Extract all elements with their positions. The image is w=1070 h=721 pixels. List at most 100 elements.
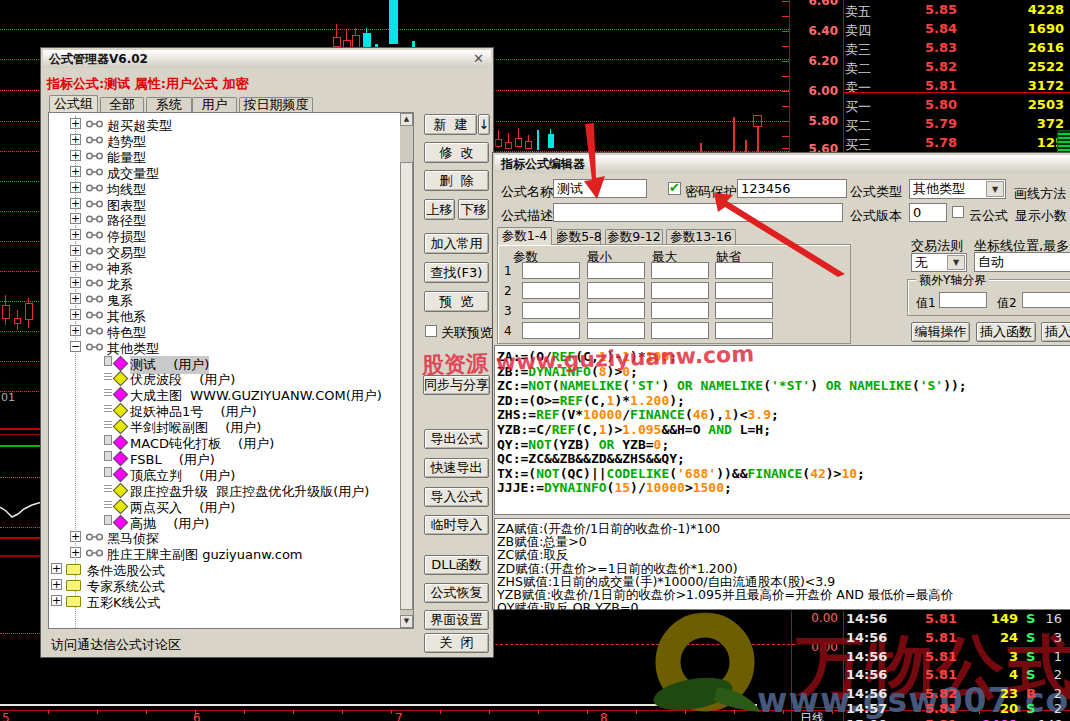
- import-button[interactable]: 导入公式: [424, 487, 489, 507]
- param-input-3-2[interactable]: [587, 302, 645, 319]
- tree-row[interactable]: FSBL (用户): [48, 450, 400, 466]
- tree-row[interactable]: +胜庄王牌主副图 guziyuanw.com: [48, 545, 400, 561]
- param-tab-0[interactable]: 参数1-4: [497, 227, 552, 245]
- tree-expand-icon[interactable]: +: [70, 293, 81, 304]
- temp-import-button[interactable]: 临时导入: [424, 515, 489, 535]
- tree-expand-icon[interactable]: +: [70, 182, 81, 193]
- param-input-1-3[interactable]: [651, 262, 709, 279]
- tree-expand-icon[interactable]: +: [51, 579, 62, 590]
- insert-func-button[interactable]: 插入函数: [976, 322, 1036, 342]
- tree-row[interactable]: +五彩K线公式: [48, 593, 400, 609]
- param-input-4-4[interactable]: [715, 322, 773, 339]
- tree-row[interactable]: 顶底立判 (用户): [48, 466, 400, 482]
- close-button[interactable]: 关 闭: [424, 633, 489, 653]
- tree-row[interactable]: +龙系: [48, 275, 400, 291]
- tree-expand-icon[interactable]: +: [70, 547, 81, 558]
- cloud-checkbox[interactable]: [952, 206, 964, 218]
- tree-expand-icon[interactable]: +: [70, 531, 81, 542]
- manager-tab-4[interactable]: 按日期频度: [239, 97, 313, 112]
- tree-expand-icon[interactable]: +: [70, 261, 81, 272]
- param-tab-1[interactable]: 参数5-8: [557, 229, 601, 245]
- trade-rule-dropdown[interactable]: 无 ▼: [911, 253, 967, 272]
- tree-expand-icon[interactable]: +: [70, 325, 81, 336]
- scrollbar-thumb[interactable]: [400, 162, 413, 610]
- tree-expand-icon[interactable]: +: [51, 563, 62, 574]
- param-input-1-2[interactable]: [587, 262, 645, 279]
- tree-row[interactable]: +专家系统公式: [48, 577, 400, 593]
- param-input-4-2[interactable]: [587, 322, 645, 339]
- tree-row[interactable]: +黑马侦探: [48, 529, 400, 545]
- tree-expand-icon[interactable]: −: [70, 341, 81, 352]
- password-checkbox[interactable]: [668, 182, 681, 195]
- manager-tab-1[interactable]: 全部: [100, 97, 144, 112]
- quick-export-button[interactable]: 快速导出: [424, 458, 489, 478]
- name-input[interactable]: 测试: [553, 179, 647, 198]
- new-button[interactable]: 新 建: [424, 114, 477, 135]
- tree-expand-icon[interactable]: +: [70, 150, 81, 161]
- type-dropdown[interactable]: 其他类型 ▼: [909, 179, 1006, 199]
- param-input-3-4[interactable]: [715, 302, 773, 319]
- tree-row[interactable]: +图表型: [48, 196, 400, 212]
- tree-expand-icon[interactable]: +: [70, 229, 81, 240]
- tree-expand-icon[interactable]: +: [70, 134, 81, 145]
- param-input-2-2[interactable]: [587, 282, 645, 299]
- manager-tab-0[interactable]: 公式组: [49, 95, 98, 112]
- close-icon[interactable]: ✕: [473, 53, 485, 65]
- tree-row[interactable]: +停损型: [48, 227, 400, 243]
- move-down-button[interactable]: 下移: [458, 199, 489, 220]
- param-input-3-3[interactable]: [651, 302, 709, 319]
- ui-setting-button[interactable]: 界面设置: [424, 610, 489, 630]
- tree-row[interactable]: +特色型: [48, 323, 400, 339]
- tree-row[interactable]: 跟庄控盘升级 跟庄控盘优化升级版(用户): [48, 482, 400, 498]
- v2-input[interactable]: [1022, 292, 1070, 308]
- param-input-2-4[interactable]: [715, 282, 773, 299]
- tree-row[interactable]: 高抛 (用户): [48, 514, 400, 530]
- scroll-down-icon[interactable]: ▼: [400, 615, 413, 628]
- tree-row[interactable]: 大成主图 WWW.GUZIYUANW.COM(用户): [48, 386, 400, 402]
- link-preview-checkbox[interactable]: [425, 325, 437, 337]
- manager-titlebar[interactable]: 公式管理器V6.02: [43, 50, 491, 68]
- edit-op-button[interactable]: 编辑操作: [911, 322, 970, 342]
- tree-row[interactable]: +趋势型: [48, 132, 400, 148]
- param-tab-3[interactable]: 参数13-16: [666, 229, 736, 245]
- param-input-4-3[interactable]: [651, 322, 709, 339]
- tree-row[interactable]: 伏虎波段 (用户): [48, 370, 400, 386]
- password-input[interactable]: 123456: [737, 179, 847, 198]
- tree-expand-icon[interactable]: +: [70, 166, 81, 177]
- restore-button[interactable]: 公式恢复: [424, 583, 489, 603]
- param-input-2-1[interactable]: [522, 282, 580, 299]
- tree-row[interactable]: +成交量型: [48, 164, 400, 180]
- tree-row[interactable]: 两点买入 (用户): [48, 498, 400, 514]
- tree-row[interactable]: +均线型: [48, 180, 400, 196]
- delete-button[interactable]: 删 除: [424, 170, 489, 191]
- param-input-2-3[interactable]: [651, 282, 709, 299]
- tree-expand-icon[interactable]: +: [70, 118, 81, 129]
- param-input-1-4[interactable]: [715, 262, 773, 279]
- version-input[interactable]: 0: [909, 203, 947, 222]
- manager-status[interactable]: 访问通达信公式讨论区: [51, 636, 181, 654]
- tree-expand-icon[interactable]: +: [70, 213, 81, 224]
- tree-row[interactable]: 测试 (用户): [48, 355, 400, 371]
- insert-indicator-button[interactable]: 插入指标: [1041, 322, 1070, 342]
- param-input-4-1[interactable]: [522, 322, 580, 339]
- tree-expand-icon[interactable]: +: [70, 309, 81, 320]
- tree-expand-icon[interactable]: +: [70, 198, 81, 209]
- param-input-1-1[interactable]: [522, 262, 580, 279]
- tree-row[interactable]: +其他系: [48, 307, 400, 323]
- param-input-3-1[interactable]: [522, 302, 580, 319]
- find-button[interactable]: 查找(F3): [424, 262, 489, 283]
- tree-row[interactable]: +神系: [48, 259, 400, 275]
- scroll-up-icon[interactable]: ▲: [400, 113, 413, 126]
- desc-input[interactable]: [553, 203, 843, 222]
- chevron-down-icon[interactable]: ▼: [947, 255, 965, 270]
- tree-row[interactable]: +条件选股公式: [48, 561, 400, 577]
- tree-row[interactable]: −其他类型: [48, 339, 400, 355]
- new-drop-button[interactable]: ↓: [478, 114, 490, 135]
- tree-row[interactable]: 半剑封喉副图 (用户): [48, 418, 400, 434]
- editor-titlebar[interactable]: 指标公式编辑器: [495, 155, 1070, 173]
- export-button[interactable]: 导出公式: [424, 429, 489, 449]
- tree-row[interactable]: 捉妖神品1号 (用户): [48, 402, 400, 418]
- tree-row[interactable]: +能量型: [48, 148, 400, 164]
- chevron-down-icon[interactable]: ▼: [986, 181, 1004, 197]
- tree-row[interactable]: +路径型: [48, 211, 400, 227]
